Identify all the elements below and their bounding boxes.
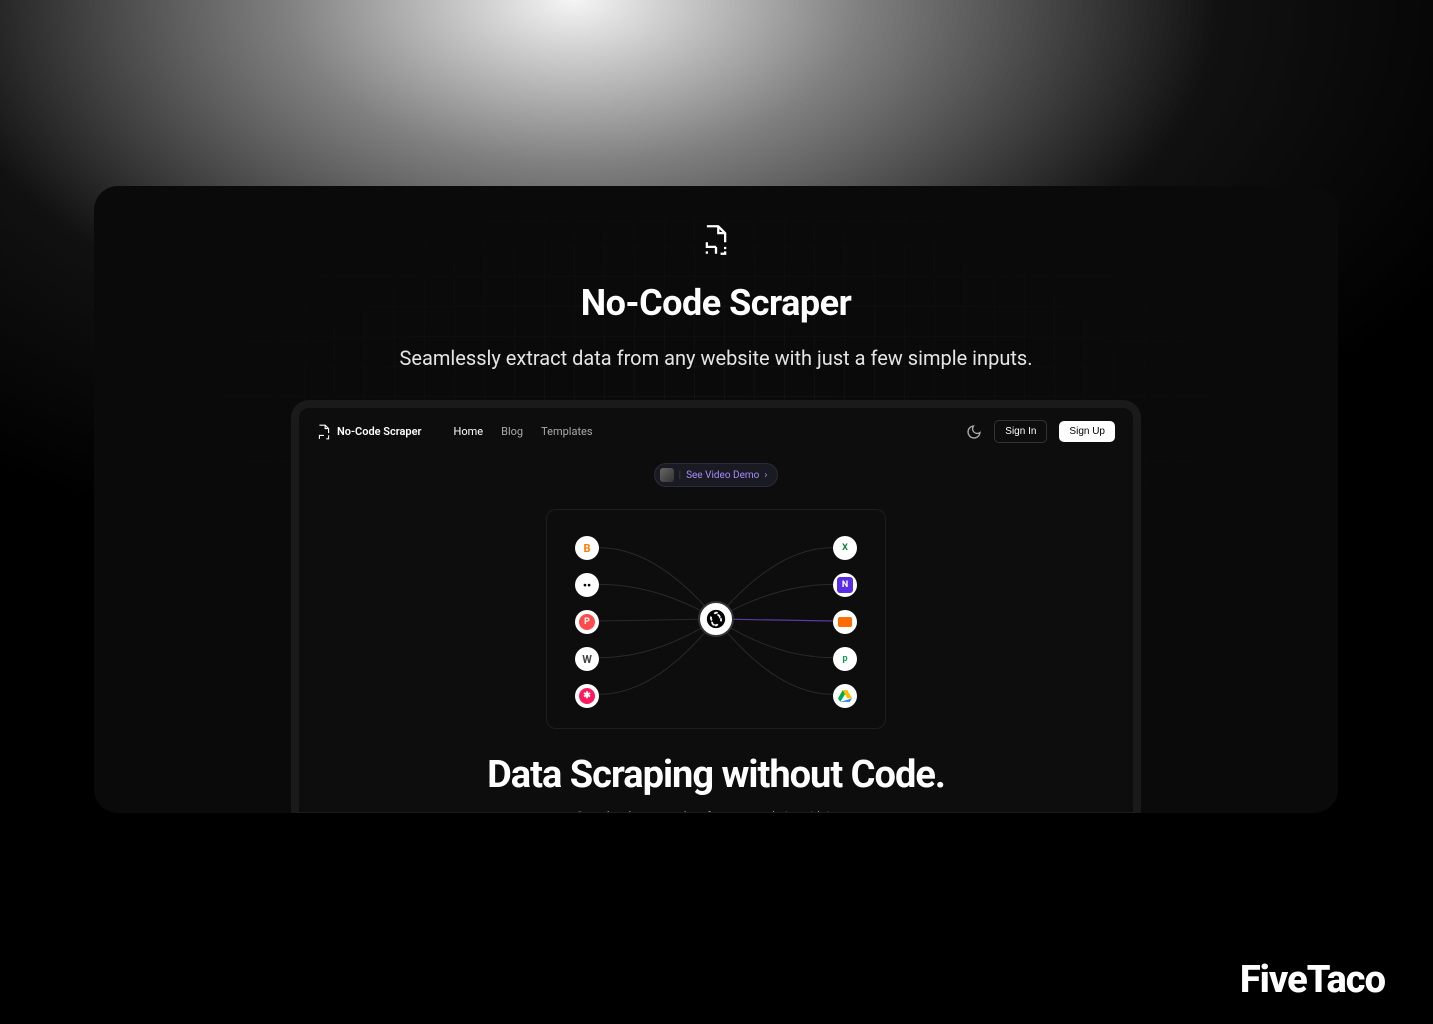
- integration-diagram: B •• P W ✱ X N p: [546, 509, 886, 729]
- dest-notion-icon: N: [833, 573, 857, 597]
- inner-navbar: No-Code Scraper Home Blog Templates Sign…: [299, 408, 1133, 455]
- dest-sheets-icon: p: [833, 647, 857, 671]
- source-medium-icon: ••: [575, 573, 599, 597]
- dest-excel-icon: X: [833, 536, 857, 560]
- document-scan-icon: [702, 224, 730, 256]
- page-title: No-Code Scraper: [581, 282, 852, 324]
- document-scan-icon: [317, 424, 331, 440]
- pill-separator: |: [679, 470, 681, 481]
- dest-slides-icon: [833, 610, 857, 634]
- chevron-right-icon: ›: [764, 470, 767, 481]
- signin-button[interactable]: Sign In: [994, 420, 1047, 443]
- dest-drive-icon: [833, 684, 857, 708]
- source-blogger-icon: B: [575, 536, 599, 560]
- nav-templates[interactable]: Templates: [541, 425, 592, 438]
- inner-nav-links: Home Blog Templates: [454, 425, 593, 438]
- pill-avatar-icon: [660, 468, 674, 482]
- source-producthunt-icon: P: [575, 610, 599, 634]
- card-content: No-Code Scraper Seamlessly extract data …: [94, 186, 1338, 813]
- hero-sub-line1: Seamlessly extract data from any website…: [576, 809, 856, 813]
- brand-watermark: FiveTaco: [1240, 958, 1385, 1002]
- video-demo-pill[interactable]: | See Video Demo ›: [654, 463, 779, 487]
- drive-icon: [838, 690, 852, 702]
- inner-brand-label: No-Code Scraper: [337, 425, 422, 438]
- inner-brand[interactable]: No-Code Scraper: [317, 424, 422, 440]
- pill-label: See Video Demo: [686, 470, 759, 481]
- showcase-card: No-Code Scraper Seamlessly extract data …: [94, 186, 1338, 813]
- center-node-openai: [698, 601, 734, 637]
- signup-button[interactable]: Sign Up: [1059, 421, 1115, 442]
- hero-subtitle: Seamlessly extract data from any website…: [299, 807, 1133, 813]
- source-yelp-icon: ✱: [575, 684, 599, 708]
- embedded-screenshot: No-Code Scraper Home Blog Templates Sign…: [291, 400, 1141, 813]
- inner-nav-right: Sign In Sign Up: [966, 420, 1115, 443]
- hero-headline: Data Scraping without Code.: [299, 753, 1133, 797]
- source-wordpress-icon: W: [575, 647, 599, 671]
- theme-toggle-icon[interactable]: [966, 424, 982, 440]
- nav-blog[interactable]: Blog: [501, 425, 523, 438]
- nav-home[interactable]: Home: [454, 425, 484, 438]
- page-subtitle: Seamlessly extract data from any website…: [400, 346, 1033, 370]
- openai-icon: [705, 608, 727, 630]
